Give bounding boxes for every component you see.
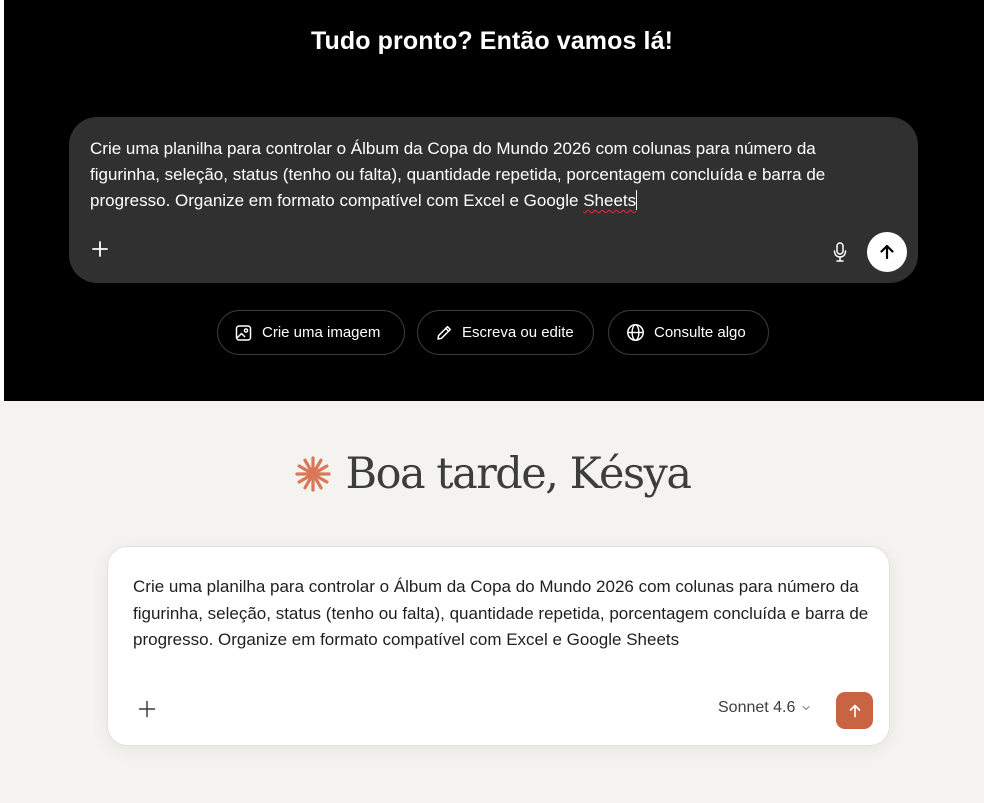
suggestion-ask-something[interactable]: Consulte algo <box>608 310 769 355</box>
microphone-icon <box>833 242 847 262</box>
suggestion-create-image[interactable]: Crie uma imagem <box>217 310 405 355</box>
text-caret <box>636 190 638 210</box>
greeting-text: Boa tarde, Késya <box>345 449 693 499</box>
send-button[interactable] <box>836 692 873 729</box>
prompt-composer: Crie uma planilha para controlar o Álbum… <box>69 117 918 283</box>
add-attachment-button[interactable] <box>137 699 157 719</box>
chatgpt-panel: Tudo pronto? Então vamos lá! Crie uma pl… <box>0 0 984 401</box>
globe-icon <box>627 324 644 341</box>
panel-edge <box>0 0 4 401</box>
claude-prompt-composer: Crie uma planilha para controlar o Álbum… <box>107 546 890 746</box>
prompt-input[interactable]: Crie uma planilha para controlar o Álbum… <box>90 136 880 214</box>
suggestion-label: Consulte algo <box>654 324 746 341</box>
greeting: Boa tarde, Késya <box>0 449 984 499</box>
pencil-icon <box>437 325 452 340</box>
add-attachment-button[interactable] <box>89 238 111 260</box>
prompt-text: Crie uma planilha para controlar o Álbum… <box>90 139 826 210</box>
asterisk-spark-icon <box>294 456 331 492</box>
suggestion-label: Crie uma imagem <box>262 324 381 341</box>
arrow-up-icon <box>880 244 894 260</box>
model-selector[interactable]: Sonnet 4.6 <box>718 699 811 717</box>
model-name: Sonnet 4.6 <box>718 699 796 716</box>
image-edit-icon <box>235 324 252 341</box>
voice-input-button[interactable] <box>832 241 848 263</box>
send-button[interactable] <box>867 232 907 272</box>
plus-icon <box>138 700 156 718</box>
plus-icon <box>92 241 108 257</box>
suggestion-write-edit[interactable]: Escreva ou edite <box>417 310 594 355</box>
arrow-up-icon <box>849 704 860 717</box>
prompt-input[interactable]: Crie uma planilha para controlar o Álbum… <box>133 574 873 654</box>
spellcheck-flagged-word: Sheets <box>583 191 637 210</box>
suggestion-label: Escreva ou edite <box>462 324 574 341</box>
chevron-down-icon <box>802 705 811 711</box>
page-title: Tudo pronto? Então vamos lá! <box>310 27 674 55</box>
